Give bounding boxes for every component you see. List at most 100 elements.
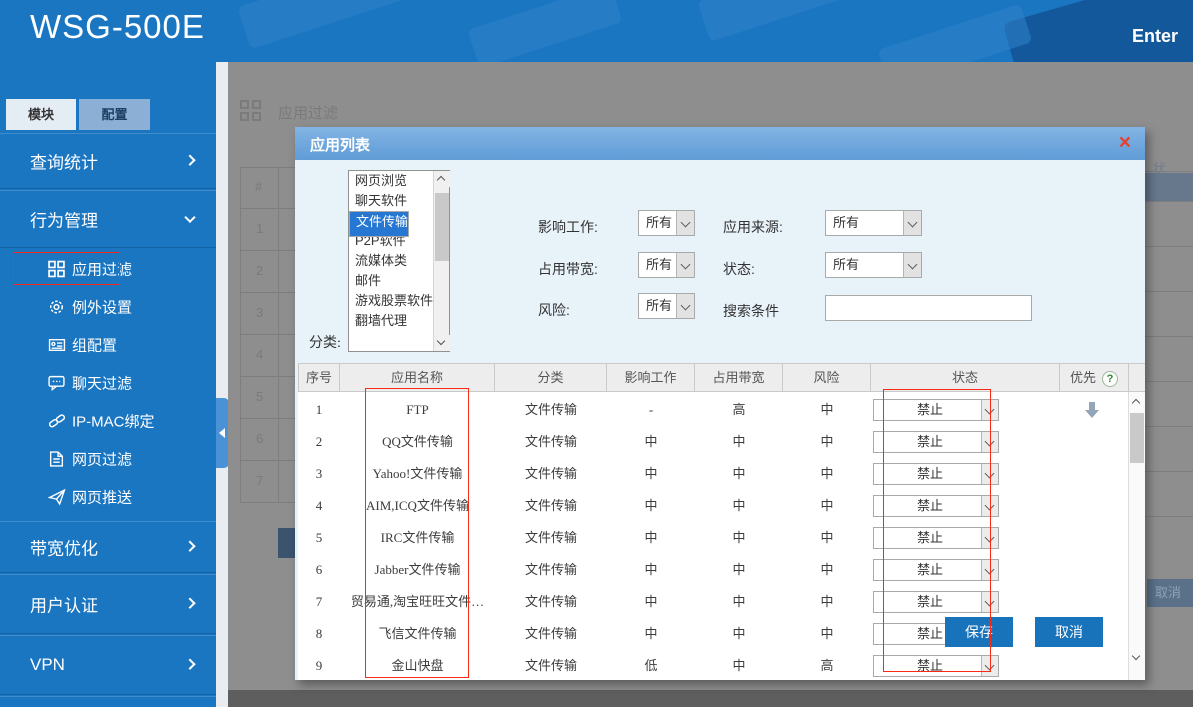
- save-button[interactable]: 保存: [945, 617, 1013, 647]
- background-row-number: 6: [256, 431, 263, 446]
- sidebar-item-web-push[interactable]: 网页推送: [0, 478, 216, 516]
- table-row[interactable]: 2 QQ文件传输 文件传输 中 中 中 禁止: [298, 426, 1128, 458]
- sidebar-item-app-filter[interactable]: 应用过滤: [0, 250, 216, 288]
- collapse-arrow-icon: [219, 428, 225, 438]
- scrollbar-thumb[interactable]: [1130, 413, 1144, 463]
- chat-bubble-icon: [48, 375, 65, 392]
- sidebar-item-web-filter[interactable]: 网页过滤: [0, 440, 216, 478]
- page-title-grid-icon: [252, 112, 261, 121]
- status-select[interactable]: 禁止: [873, 399, 999, 421]
- sidebar-group-bandwidth[interactable]: 带宽优化: [0, 521, 216, 573]
- background-row-number: 4: [256, 347, 263, 362]
- tab-config[interactable]: 配置: [79, 99, 150, 130]
- impact-filter-select[interactable]: 所有: [638, 210, 695, 236]
- chevron-down-icon: [903, 253, 921, 277]
- close-icon[interactable]: ×: [1119, 130, 1131, 156]
- background-row-number: 7: [256, 473, 263, 488]
- chevron-right-icon: [184, 659, 195, 670]
- scrollbar-thumb[interactable]: [435, 193, 449, 261]
- table-row[interactable]: 3 Yahoo!文件传输 文件传输 中 中 中 禁止: [298, 458, 1128, 490]
- bandwidth-filter-label: 占用带宽:: [538, 259, 598, 279]
- chevron-down-icon: [676, 294, 694, 318]
- table-row[interactable]: 5 IRC文件传输 文件传输 中 中 中 禁止: [298, 522, 1128, 554]
- link-icon: [48, 413, 66, 430]
- sidebar-group-query-stats[interactable]: 查询统计: [0, 133, 216, 189]
- chevron-right-icon: [184, 155, 195, 166]
- gear-icon: [48, 299, 65, 316]
- scroll-down-button[interactable]: [1129, 650, 1145, 666]
- status-select[interactable]: 禁止: [873, 495, 999, 517]
- scroll-up-button[interactable]: [434, 171, 450, 187]
- chevron-down-icon: [981, 400, 998, 420]
- sidebar: 模块 配置 查询统计 行为管理 应用过滤 例外设置 组配置 聊天过滤: [0, 62, 216, 707]
- table-scrollbar[interactable]: [1128, 392, 1145, 680]
- page-icon: [48, 451, 65, 468]
- chevron-down-icon: [184, 212, 195, 223]
- table-header-row: 序号 应用名称 分类 影响工作 占用带宽 风险 状态 优先?: [298, 363, 1145, 392]
- listbox-scrollbar[interactable]: [433, 171, 449, 351]
- chevron-right-icon: [184, 598, 195, 609]
- col-header-priority: 优先?: [1060, 364, 1128, 391]
- keyboard-key-graphic: [467, 0, 622, 62]
- table-row[interactable]: 6 Jabber文件传输 文件传输 中 中 中 禁止: [298, 554, 1128, 586]
- priority-down-arrow-icon[interactable]: [1082, 400, 1102, 420]
- modal-title: 应用列表: [310, 134, 370, 155]
- status-select[interactable]: 禁止: [873, 431, 999, 453]
- page-title-grid-icon: [240, 112, 249, 121]
- background-row-number: 2: [256, 263, 263, 278]
- app-window: WSG-500E Enter 模块 配置 查询统计 行为管理 应用过滤 例外设置…: [0, 0, 1193, 707]
- id-card-icon: [48, 337, 66, 354]
- sidebar-group-behavior-mgmt[interactable]: 行为管理: [0, 190, 216, 248]
- table-row[interactable]: 1 FTP 文件传输 - 高 中 禁止: [298, 394, 1128, 426]
- status-select[interactable]: 禁止: [873, 463, 999, 485]
- tab-modules[interactable]: 模块: [6, 99, 76, 130]
- sidebar-next-group-stub: [0, 696, 216, 707]
- sidebar-group-user-auth[interactable]: 用户认证: [0, 574, 216, 634]
- category-listbox[interactable]: 网页浏览 聊天软件 文件传输 工作相关 P2P软件 流媒体类 邮件 游戏股票软件…: [348, 170, 450, 352]
- background-button-fragment: [278, 528, 295, 558]
- table-row[interactable]: 4 AIM,ICQ文件传输 文件传输 中 中 中 禁止: [298, 490, 1128, 522]
- scroll-down-button[interactable]: [434, 335, 450, 351]
- sidebar-item-chat-filter[interactable]: 聊天过滤: [0, 364, 216, 402]
- sidebar-item-group-config[interactable]: 组配置: [0, 326, 216, 364]
- help-icon[interactable]: ?: [1102, 371, 1118, 387]
- background-cancel-button: 取消: [1147, 579, 1193, 607]
- keyboard-key-graphic: [697, 0, 862, 42]
- cancel-button[interactable]: 取消: [1035, 617, 1103, 647]
- status-filter-label: 状态:: [723, 259, 755, 279]
- table-row[interactable]: 7 贸易通,淘宝旺旺文件… 文件传输 中 中 中 禁止: [298, 586, 1128, 618]
- status-select[interactable]: 禁止: [873, 591, 999, 613]
- modal-titlebar: 应用列表 ×: [295, 127, 1145, 160]
- category-option-selected[interactable]: 文件传输: [349, 211, 409, 237]
- chevron-down-icon: [981, 464, 998, 484]
- background-row-number: 3: [256, 305, 263, 320]
- sidebar-item-exception-settings[interactable]: 例外设置: [0, 288, 216, 326]
- table-row[interactable]: 9 金山快盘 文件传输 低 中 高 禁止: [298, 650, 1128, 680]
- search-input[interactable]: [825, 295, 1032, 321]
- chevron-down-icon: [676, 253, 694, 277]
- source-filter-select[interactable]: 所有: [825, 210, 922, 236]
- chevron-down-icon: [981, 432, 998, 452]
- search-label: 搜索条件: [723, 301, 779, 321]
- status-filter-select[interactable]: 所有: [825, 252, 922, 278]
- impact-filter-label: 影响工作:: [538, 217, 598, 237]
- chevron-down-icon: [981, 656, 998, 676]
- chevron-down-icon: [981, 560, 998, 580]
- bandwidth-filter-select[interactable]: 所有: [638, 252, 695, 278]
- chevron-down-icon: [676, 211, 694, 235]
- col-header-status: 状态: [871, 364, 1060, 391]
- background-selected-row: [1140, 173, 1193, 201]
- scroll-up-button[interactable]: [1129, 394, 1145, 410]
- status-select[interactable]: 禁止: [873, 527, 999, 549]
- chevron-down-icon: [903, 211, 921, 235]
- product-logo: WSG-500E: [30, 8, 205, 46]
- status-select[interactable]: 禁止: [873, 559, 999, 581]
- sidebar-gutter: [216, 62, 228, 707]
- status-select[interactable]: 禁止: [873, 655, 999, 677]
- sidebar-group-vpn[interactable]: VPN: [0, 635, 216, 695]
- col-header-scroll-gap: [1128, 364, 1145, 391]
- risk-filter-select[interactable]: 所有: [638, 293, 695, 319]
- sidebar-item-ip-mac-binding[interactable]: IP-MAC绑定: [0, 402, 216, 440]
- chevron-down-icon: [981, 496, 998, 516]
- chevron-down-icon: [981, 528, 998, 548]
